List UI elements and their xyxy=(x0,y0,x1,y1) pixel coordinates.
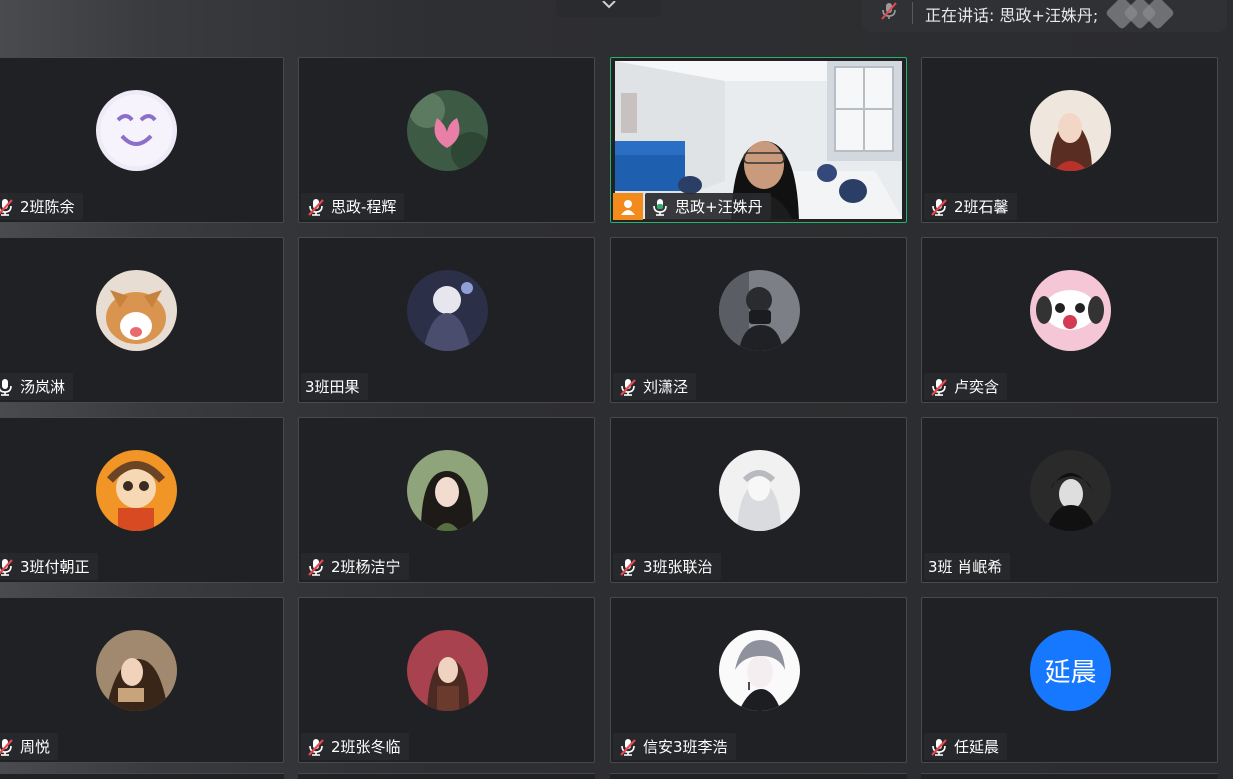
mic-muted-icon xyxy=(305,556,327,578)
participant-name-tag: 2班张冬临 xyxy=(301,733,409,760)
participant-name-tag: 3班田果 xyxy=(301,373,368,400)
participant-name-tag: 2班杨洁宁 xyxy=(301,553,409,580)
participant-name: 思政+汪姝丹 xyxy=(675,198,763,216)
avatar xyxy=(407,450,488,531)
participant-tile[interactable]: 延晨任延晨 xyxy=(921,597,1218,763)
participant-name: 3班田果 xyxy=(305,378,360,396)
participant-name: 3班张联治 xyxy=(643,558,713,576)
mic-muted-icon xyxy=(0,196,16,218)
avatar xyxy=(407,630,488,711)
participant-name: 思政-程辉 xyxy=(331,198,397,216)
mic-muted-icon xyxy=(617,736,639,758)
participant-name: 汤岚淋 xyxy=(20,378,66,396)
speaker-avatars-blurred xyxy=(1105,0,1176,30)
participant-tile[interactable]: 思政+汪姝丹 xyxy=(610,57,907,223)
speaking-indicator: 正在讲话: 思政+汪姝丹; xyxy=(862,0,1227,32)
avatar-initials: 延晨 xyxy=(1044,658,1097,688)
mic-muted-icon xyxy=(0,736,16,758)
divider xyxy=(912,2,913,24)
close-icon[interactable] xyxy=(599,0,619,13)
avatar xyxy=(407,90,488,171)
participant-name: 2班杨洁宁 xyxy=(331,558,401,576)
participant-tile[interactable]: 卢奕含 xyxy=(921,237,1218,403)
speaking-text: 正在讲话: 思政+汪姝丹; xyxy=(925,6,1099,25)
avatar xyxy=(96,270,177,351)
muted-mic-icon xyxy=(878,0,900,26)
participant-tile[interactable]: 2班张冬临 xyxy=(298,597,595,763)
tile-partial xyxy=(610,773,907,779)
participant-name: 3班 肖岷希 xyxy=(928,558,1003,576)
participant-tile[interactable]: 思政-程辉 xyxy=(298,57,595,223)
mic-muted-icon xyxy=(928,376,950,398)
participant-name: 周悦 xyxy=(20,738,51,756)
participant-tile[interactable]: 3班 肖岷希 xyxy=(921,417,1218,583)
participant-name: 刘潇泾 xyxy=(643,378,689,396)
avatar xyxy=(407,270,488,351)
avatar: 延晨 xyxy=(1030,630,1111,711)
participant-tile[interactable]: 刘潇泾 xyxy=(610,237,907,403)
participant-name-tag: 3班付朝正 xyxy=(0,553,98,580)
participant-name-tag: 任延晨 xyxy=(924,733,1008,760)
participant-name: 信安3班李浩 xyxy=(643,738,728,756)
participant-name-tag: 信安3班李浩 xyxy=(613,733,736,760)
participant-tile[interactable]: 3班付朝正 xyxy=(0,417,284,583)
participant-name-tag: 思政+汪姝丹 xyxy=(645,193,771,220)
mic-muted-icon xyxy=(928,736,950,758)
avatar xyxy=(1030,270,1111,351)
mic-muted-icon xyxy=(928,196,950,218)
participant-name-tag: 2班陈余 xyxy=(0,193,83,220)
avatar xyxy=(719,630,800,711)
participant-tile[interactable]: 3班张联治 xyxy=(610,417,907,583)
participant-tile[interactable]: 3班田果 xyxy=(298,237,595,403)
participant-name: 2班石馨 xyxy=(954,198,1009,216)
participant-tile[interactable]: 2班石馨 xyxy=(921,57,1218,223)
participant-tile[interactable]: 周悦 xyxy=(0,597,284,763)
camera-user-icon xyxy=(613,193,643,220)
participant-name-tag: 汤岚淋 xyxy=(0,373,74,400)
avatar xyxy=(1030,450,1111,531)
participant-name-tag: 卢奕含 xyxy=(924,373,1008,400)
participant-name-tag: 2班石馨 xyxy=(924,193,1017,220)
participant-name: 3班付朝正 xyxy=(20,558,90,576)
avatar xyxy=(96,450,177,531)
tile-partial xyxy=(921,773,1218,779)
participant-name-tag: 思政-程辉 xyxy=(301,193,405,220)
participant-tile[interactable]: 2班杨洁宁 xyxy=(298,417,595,583)
avatar xyxy=(719,450,800,531)
participant-name-tag: 刘潇泾 xyxy=(613,373,697,400)
mic-muted-icon xyxy=(617,556,639,578)
avatar xyxy=(719,270,800,351)
mic-muted-icon xyxy=(617,376,639,398)
participant-name: 任延晨 xyxy=(954,738,1000,756)
mic-icon xyxy=(649,196,671,218)
mic-icon xyxy=(0,376,16,398)
participant-tile[interactable]: 汤岚淋 xyxy=(0,237,284,403)
participant-name-tag: 3班张联治 xyxy=(613,553,721,580)
participant-name: 2班张冬临 xyxy=(331,738,401,756)
avatar xyxy=(1030,90,1111,171)
toolbar-collapse-handle[interactable] xyxy=(556,0,662,17)
participant-tile[interactable]: 2班陈余 xyxy=(0,57,284,223)
avatar xyxy=(96,630,177,711)
participant-name: 2班陈余 xyxy=(20,198,75,216)
mic-muted-icon xyxy=(305,196,327,218)
participant-name: 卢奕含 xyxy=(954,378,1000,396)
participant-name-tag: 3班 肖岷希 xyxy=(924,553,1011,580)
tile-partial xyxy=(298,773,595,779)
mic-muted-icon xyxy=(0,556,16,578)
mic-muted-icon xyxy=(305,736,327,758)
participant-tile[interactable]: 信安3班李浩 xyxy=(610,597,907,763)
avatar xyxy=(96,90,177,171)
participant-name-tag: 周悦 xyxy=(0,733,59,760)
tile-partial xyxy=(0,773,284,779)
